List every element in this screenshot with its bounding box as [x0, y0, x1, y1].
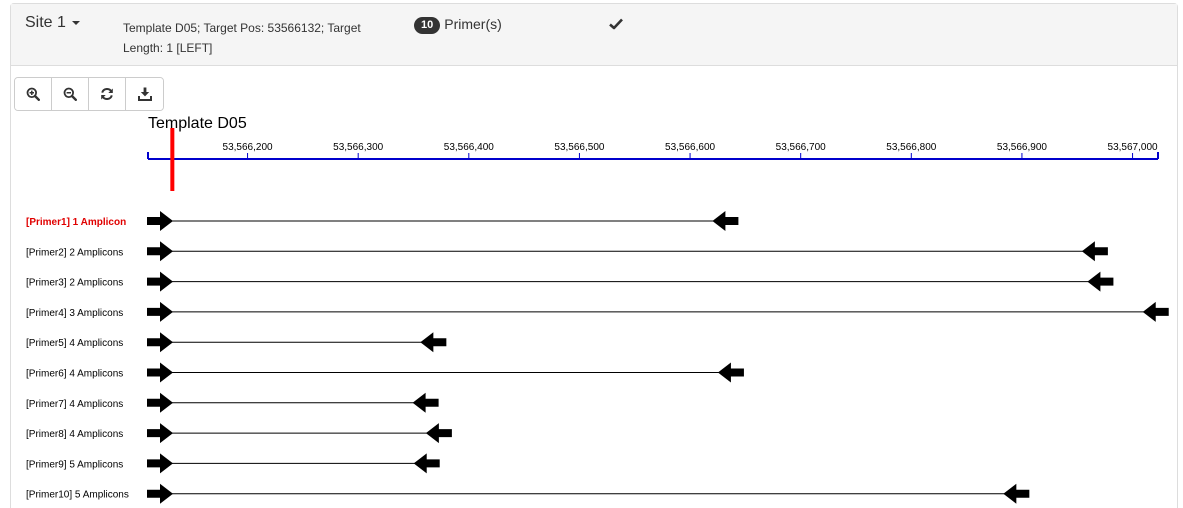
forward-primer-arrow[interactable]	[147, 241, 173, 262]
forward-primer-arrow[interactable]	[147, 211, 173, 231]
reverse-primer-arrow[interactable]	[412, 392, 439, 413]
primer-row-label[interactable]: [Primer7] 4 Amplicons	[26, 399, 123, 410]
ruler-tick-label: 53,566,500	[554, 142, 604, 153]
ruler-tick-label: 53,566,700	[776, 142, 826, 153]
target-position-marker	[170, 128, 175, 191]
primer-row-label[interactable]: [Primer2] 2 Amplicons	[26, 247, 123, 258]
primer-map: 53,566,200 53,566,300 53,566,400 53,566,500…	[26, 128, 1169, 504]
primer-row-label[interactable]: [Primer10] 5 Amplicons	[26, 490, 129, 501]
primer-row-label[interactable]: [Primer6] 4 Amplicons	[26, 369, 123, 380]
primer-row-label[interactable]: [Primer9] 5 Amplicons	[26, 459, 123, 470]
reverse-primer-arrow[interactable]	[1081, 241, 1108, 262]
primer-row-label[interactable]: [Primer5] 4 Amplicons	[26, 338, 123, 349]
ruler-tick-label: 53,566,400	[444, 142, 494, 153]
primer-row-label[interactable]: [Primer4] 3 Amplicons	[26, 308, 123, 319]
reverse-primer-arrow[interactable]	[717, 362, 744, 383]
reverse-primer-arrow[interactable]	[420, 332, 447, 353]
primer-row-label[interactable]: [Primer3] 2 Amplicons	[26, 278, 123, 289]
ruler-tick-label: 53,566,900	[997, 142, 1047, 153]
forward-primer-arrow[interactable]	[147, 362, 173, 383]
forward-primer-arrow[interactable]	[147, 423, 173, 444]
reverse-primer-arrow[interactable]	[1087, 271, 1114, 292]
ruler-tick-label: 53,566,200	[223, 142, 273, 153]
forward-primer-arrow[interactable]	[147, 301, 173, 322]
forward-primer-arrow[interactable]	[147, 392, 173, 413]
ruler-tick-label: 53,567,000	[1108, 142, 1158, 153]
forward-primer-arrow[interactable]	[147, 453, 173, 474]
reverse-primer-arrow[interactable]	[1142, 301, 1169, 322]
forward-primer-arrow[interactable]	[147, 332, 173, 353]
ruler-tick-label: 53,566,300	[333, 142, 383, 153]
reverse-primer-arrow[interactable]	[425, 423, 452, 444]
ruler-tick-label: 53,566,600	[665, 142, 715, 153]
primer-row-label[interactable]: [Primer1] 1 Amplicon	[26, 217, 126, 228]
forward-primer-arrow[interactable]	[147, 271, 173, 292]
forward-primer-arrow[interactable]	[147, 483, 173, 504]
reverse-primer-arrow[interactable]	[413, 453, 440, 474]
primer-row-label[interactable]: [Primer8] 4 Amplicons	[26, 429, 123, 440]
ruler-tick-label: 53,566,800	[886, 142, 936, 153]
reverse-primer-arrow[interactable]	[712, 211, 739, 231]
reverse-primer-arrow[interactable]	[1003, 483, 1030, 504]
